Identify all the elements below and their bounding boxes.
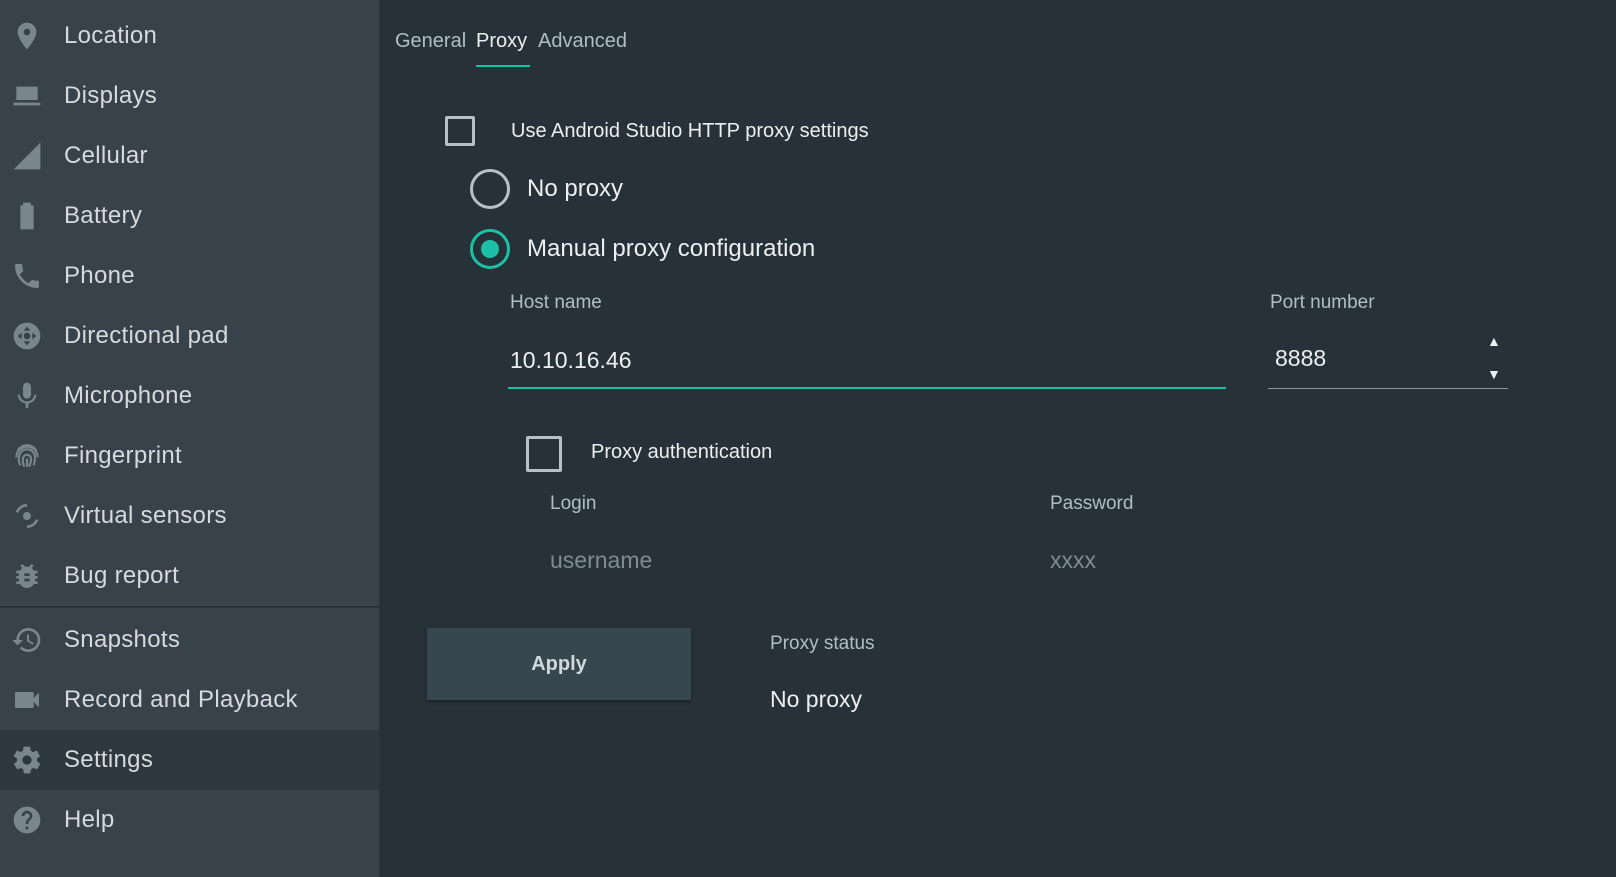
fingerprint-icon xyxy=(9,440,45,472)
sidebar: Location Displays Cellular Battery Phone… xyxy=(0,0,380,877)
port-number-underline xyxy=(1268,388,1508,389)
sidebar-item-label: Settings xyxy=(64,746,154,773)
sidebar-item-cellular[interactable]: Cellular xyxy=(0,126,379,186)
sidebar-item-label: Location xyxy=(64,22,158,49)
proxy-authentication-checkbox[interactable] xyxy=(526,436,562,472)
no-proxy-label: No proxy xyxy=(527,175,624,202)
gear-icon xyxy=(9,744,45,776)
sidebar-item-label: Bug report xyxy=(64,562,180,589)
sidebar-item-bug-report[interactable]: Bug report xyxy=(0,546,379,606)
virtual-sensors-icon xyxy=(9,500,45,532)
phone-icon xyxy=(9,260,45,292)
display-icon xyxy=(9,80,45,112)
sidebar-item-snapshots[interactable]: Snapshots xyxy=(0,610,379,670)
host-name-label: Host name xyxy=(510,292,602,313)
port-increment-icon[interactable]: ▲ xyxy=(1487,333,1501,349)
tab-advanced[interactable]: Advanced xyxy=(538,30,627,53)
login-input[interactable] xyxy=(550,543,990,577)
microphone-icon xyxy=(9,380,45,412)
host-name-input[interactable] xyxy=(510,343,1216,377)
proxy-authentication-label: Proxy authentication xyxy=(591,441,773,463)
sidebar-item-label: Directional pad xyxy=(64,322,229,349)
sidebar-item-virtual-sensors[interactable]: Virtual sensors xyxy=(0,486,379,546)
sidebar-item-label: Microphone xyxy=(64,382,193,409)
location-pin-icon xyxy=(9,20,45,52)
password-input[interactable] xyxy=(1050,543,1490,577)
sidebar-item-displays[interactable]: Displays xyxy=(0,66,379,126)
login-label: Login xyxy=(550,493,597,514)
sidebar-item-fingerprint[interactable]: Fingerprint xyxy=(0,426,379,486)
sidebar-item-help[interactable]: Help xyxy=(0,790,379,850)
sidebar-item-label: Displays xyxy=(64,82,158,109)
sidebar-item-record-and-playback[interactable]: Record and Playback xyxy=(0,670,379,730)
sidebar-item-label: Cellular xyxy=(64,142,148,169)
sidebar-item-battery[interactable]: Battery xyxy=(0,186,379,246)
sidebar-item-directional-pad[interactable]: Directional pad xyxy=(0,306,379,366)
sidebar-item-label: Phone xyxy=(64,262,135,289)
sidebar-item-microphone[interactable]: Microphone xyxy=(0,366,379,426)
dpad-icon xyxy=(9,320,45,352)
manual-proxy-label: Manual proxy configuration xyxy=(527,235,816,262)
sidebar-item-location[interactable]: Location xyxy=(0,6,379,66)
battery-icon xyxy=(9,200,45,232)
bug-icon xyxy=(9,560,45,592)
sidebar-item-label: Virtual sensors xyxy=(64,502,227,529)
password-label: Password xyxy=(1050,493,1134,514)
tab-proxy[interactable]: Proxy xyxy=(476,30,527,53)
active-tab-indicator xyxy=(476,65,530,67)
help-icon xyxy=(9,804,45,836)
sidebar-item-settings[interactable]: Settings xyxy=(0,730,379,790)
apply-button[interactable]: Apply xyxy=(427,628,691,700)
use-studio-proxy-label: Use Android Studio HTTP proxy settings xyxy=(511,120,869,142)
sidebar-item-label: Fingerprint xyxy=(64,442,183,469)
host-name-underline xyxy=(508,387,1226,389)
sidebar-item-phone[interactable]: Phone xyxy=(0,246,379,306)
sidebar-divider xyxy=(0,606,379,608)
sidebar-item-label: Help xyxy=(64,806,115,833)
sidebar-item-label: Snapshots xyxy=(64,626,181,653)
no-proxy-radio[interactable] xyxy=(470,169,510,209)
port-number-label: Port number xyxy=(1270,292,1375,313)
history-icon xyxy=(9,624,45,656)
port-decrement-icon[interactable]: ▼ xyxy=(1487,366,1501,382)
cellular-signal-icon xyxy=(9,140,45,172)
video-camera-icon xyxy=(9,684,45,716)
port-number-input[interactable] xyxy=(1275,341,1465,375)
manual-proxy-radio[interactable] xyxy=(470,229,510,269)
proxy-status-label: Proxy status xyxy=(770,633,875,654)
use-studio-proxy-checkbox[interactable] xyxy=(445,116,475,146)
proxy-status-value: No proxy xyxy=(770,686,863,712)
sidebar-item-label: Record and Playback xyxy=(64,686,298,713)
sidebar-item-label: Battery xyxy=(64,202,143,229)
tab-general[interactable]: General xyxy=(395,30,466,53)
